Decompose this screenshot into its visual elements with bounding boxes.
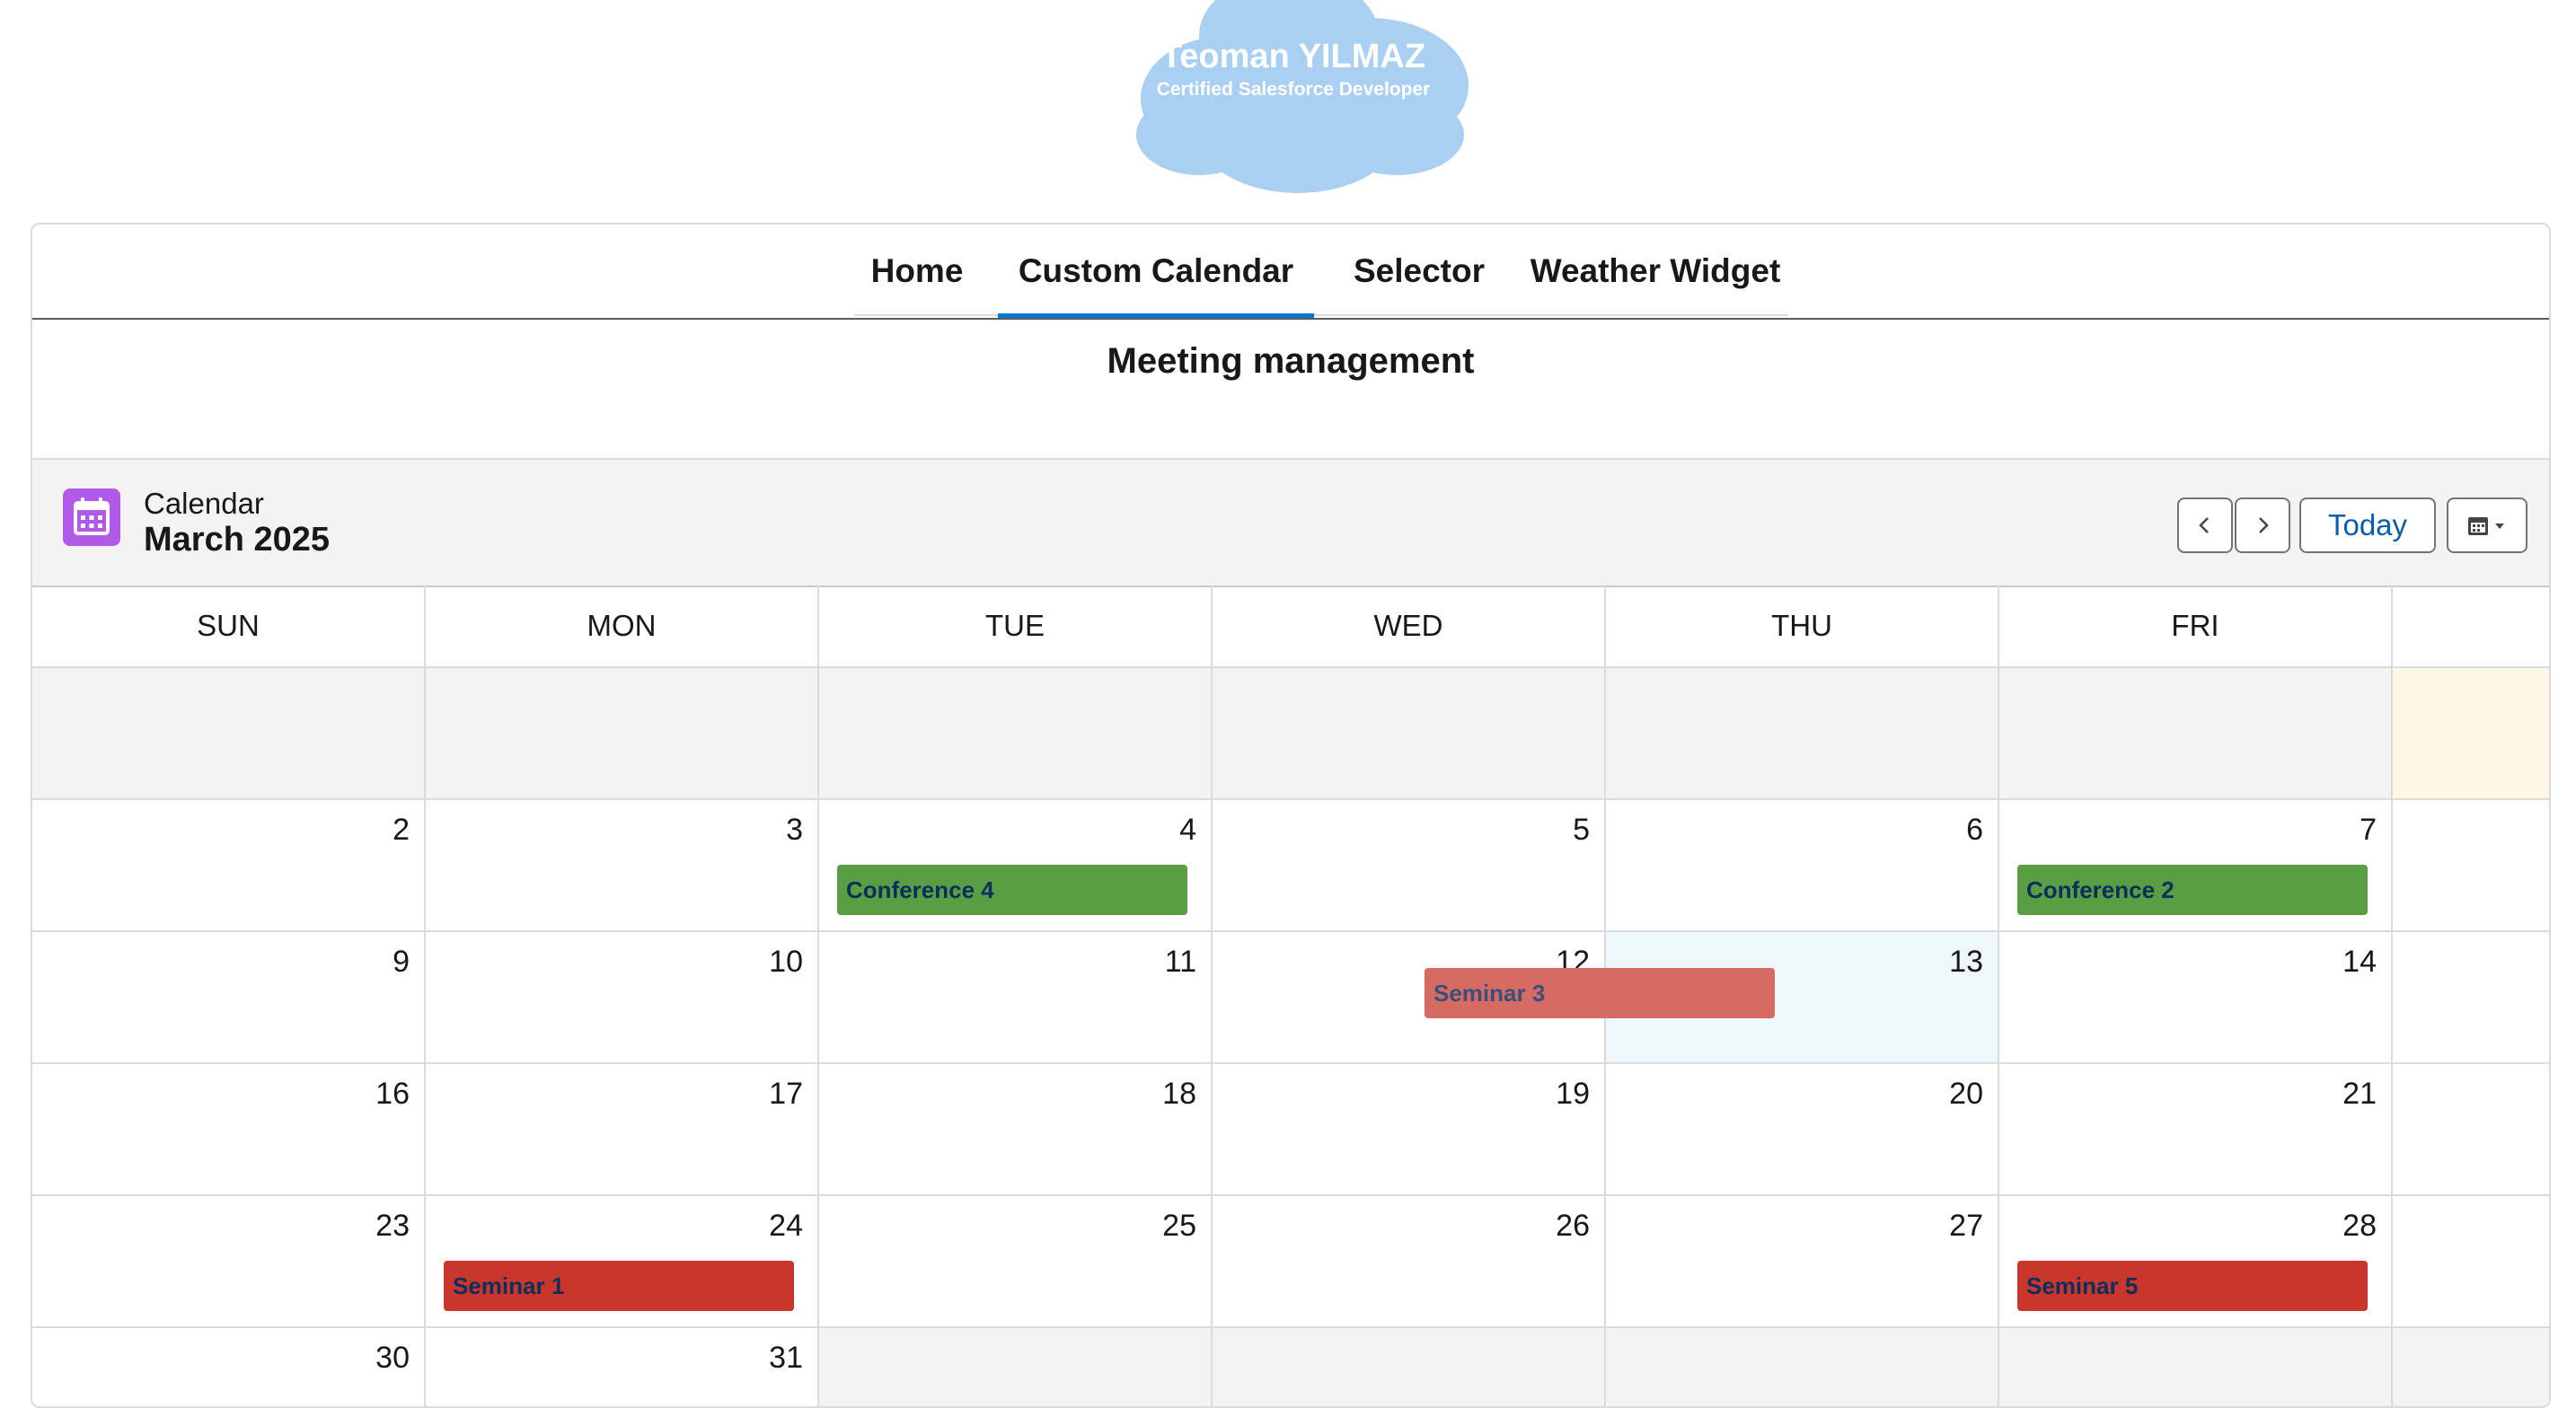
day-number: 28: [2342, 1209, 2377, 1243]
day-number: 5: [1573, 813, 1590, 847]
weekday-header-mon: MON: [426, 585, 819, 666]
day-number: 7: [2360, 813, 2377, 847]
day-number: 10: [769, 945, 803, 979]
day-cell-19[interactable]: 19: [1213, 1064, 1606, 1196]
day-cell-16[interactable]: 16: [32, 1064, 426, 1196]
day-number: 21: [2342, 1077, 2377, 1111]
day-number: 16: [375, 1077, 410, 1111]
empty-day-cell: [819, 668, 1213, 800]
day-number: 24: [769, 1209, 803, 1243]
day-cell-30[interactable]: 30: [32, 1328, 426, 1406]
empty-day-cell: [1606, 1328, 1999, 1406]
day-cell-9[interactable]: 9: [32, 932, 426, 1064]
day-cell-10[interactable]: 10: [426, 932, 819, 1064]
day-number: 30: [375, 1341, 410, 1375]
day-cell-27[interactable]: 27: [1606, 1196, 1999, 1328]
day-number: 9: [393, 945, 410, 979]
tab-custom-calendar[interactable]: Custom Calendar: [998, 224, 1314, 318]
logo-subtitle: Certified Salesforce Developer: [1156, 79, 1431, 100]
main-card: Home Custom Calendar Selector Weather Wi…: [31, 223, 2551, 1408]
day-number: 26: [1556, 1209, 1590, 1243]
weekday-header-sat: SAT: [2393, 585, 2549, 666]
day-cell-25[interactable]: 25: [819, 1196, 1213, 1328]
view-selector-button[interactable]: [2447, 497, 2527, 553]
weekday-header-wed: WED: [1213, 585, 1606, 666]
day-cell-22[interactable]: 22: [2393, 1064, 2549, 1196]
calendar-month: March 2025: [144, 521, 331, 559]
day-number: 17: [769, 1077, 803, 1111]
day-number: 13: [1949, 945, 1983, 979]
day-cell-23[interactable]: 23: [32, 1196, 426, 1328]
empty-day-cell: [2393, 1328, 2549, 1406]
day-cell-6[interactable]: 6: [1606, 800, 1999, 932]
tab-row: Home Custom Calendar Selector Weather Wi…: [854, 224, 1788, 318]
weekday-header-thu: THU: [1606, 585, 1999, 666]
page-title: Meeting management: [1107, 341, 1475, 381]
empty-day-cell: [1999, 1328, 2393, 1406]
day-number: 23: [375, 1209, 410, 1243]
day-number: 19: [1556, 1077, 1590, 1111]
day-number: 18: [1162, 1077, 1196, 1111]
event-seminar-5[interactable]: Seminar 5: [2017, 1261, 2368, 1311]
day-number: 3: [786, 813, 803, 847]
day-cell-14[interactable]: 14: [1999, 932, 2393, 1064]
weekday-header-row: SUNMONTUEWEDTHUFRISAT: [32, 585, 2549, 668]
day-cell-8[interactable]: 8: [2393, 800, 2549, 932]
day-number: 27: [1949, 1209, 1983, 1243]
empty-day-cell: [1999, 668, 2393, 800]
event-conference-4[interactable]: Conference 4: [837, 865, 1187, 915]
day-cell-21[interactable]: 21: [1999, 1064, 2393, 1196]
tab-home[interactable]: Home: [854, 224, 980, 318]
weekday-header-fri: FRI: [1999, 585, 2393, 666]
today-button[interactable]: Today: [2299, 497, 2436, 553]
day-number: 6: [1966, 813, 1983, 847]
day-number: 11: [1164, 945, 1196, 979]
day-cell-1[interactable]: 1: [2393, 668, 2549, 800]
empty-day-cell: [1606, 668, 1999, 800]
day-number: 20: [1949, 1077, 1983, 1111]
day-cell-2[interactable]: 2: [32, 800, 426, 932]
chevron-left-icon: [2199, 517, 2209, 533]
empty-day-cell: [1213, 668, 1606, 800]
empty-day-cell: [426, 668, 819, 800]
day-cell-11[interactable]: 11: [819, 932, 1213, 1064]
day-number: 25: [1162, 1209, 1196, 1243]
tab-weather-widget[interactable]: Weather Widget: [1522, 224, 1788, 318]
day-cell-31[interactable]: 31: [426, 1328, 819, 1406]
calendar-icon: [63, 488, 120, 546]
day-cell-5[interactable]: 5: [1213, 800, 1606, 932]
day-number: 14: [2342, 945, 2377, 979]
tab-bar: Home Custom Calendar Selector Weather Wi…: [32, 224, 2549, 320]
logo-name: Teoman YILMAZ: [1160, 38, 1426, 75]
day-cell-20[interactable]: 20: [1606, 1064, 1999, 1196]
day-cell-15[interactable]: 15: [2393, 932, 2549, 1064]
tab-selector[interactable]: Selector: [1330, 224, 1508, 318]
event-seminar-1[interactable]: Seminar 1: [444, 1261, 794, 1311]
calendar-header: Calendar March 2025 Today: [32, 458, 2549, 587]
next-month-button[interactable]: [2235, 497, 2290, 553]
day-cell-18[interactable]: 18: [819, 1064, 1213, 1196]
day-number: 31: [769, 1341, 803, 1375]
event-conference-2[interactable]: Conference 2: [2017, 865, 2368, 915]
day-cell-17[interactable]: 17: [426, 1064, 819, 1196]
calendar-dropdown-icon: [2468, 517, 2504, 535]
chevron-right-icon: [2259, 517, 2269, 533]
day-number: 4: [1179, 813, 1196, 847]
day-number: 2: [393, 813, 410, 847]
weekday-header-tue: TUE: [819, 585, 1213, 666]
brand-logo: Teoman YILMAZ Certified Salesforce Devel…: [1109, 0, 1478, 196]
calendar-label: Calendar: [144, 487, 264, 520]
day-cell-3[interactable]: 3: [426, 800, 819, 932]
day-cell-29[interactable]: 29: [2393, 1196, 2549, 1328]
day-cell-26[interactable]: 26: [1213, 1196, 1606, 1328]
event-seminar-3[interactable]: Seminar 3: [1425, 968, 1775, 1018]
empty-day-cell: [1213, 1328, 1606, 1406]
empty-day-cell: [32, 668, 426, 800]
weekday-header-sun: SUN: [32, 585, 426, 666]
previous-month-button[interactable]: [2177, 497, 2233, 553]
empty-day-cell: [819, 1328, 1213, 1406]
